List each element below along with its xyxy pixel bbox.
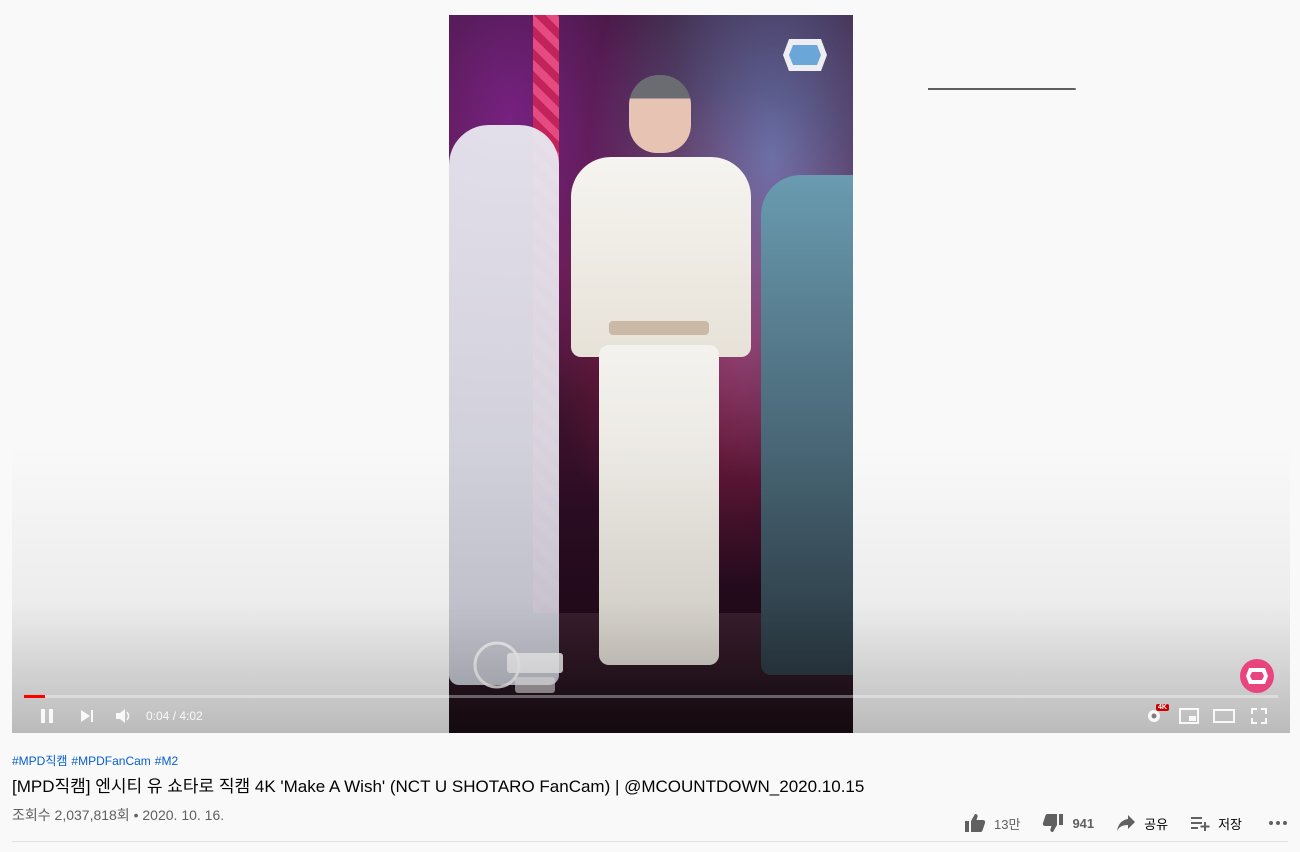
hd-badge: 4K (1156, 704, 1169, 711)
fullscreen-button[interactable] (1246, 701, 1272, 731)
like-count: 13만 (994, 816, 1021, 832)
next-icon (81, 710, 93, 722)
theater-icon (1213, 709, 1235, 723)
time-separator: / (169, 709, 180, 723)
share-label: 공유 (1144, 816, 1169, 832)
miniplayer-button[interactable] (1176, 701, 1202, 731)
hashtag-link[interactable]: #MPD직캠 (12, 754, 67, 768)
miniplayer-icon (1179, 708, 1199, 724)
pause-button[interactable] (32, 701, 62, 731)
meta-dot: • (129, 807, 143, 823)
hashtag-link[interactable]: #M2 (155, 754, 178, 768)
dislike-count: 941 (1072, 815, 1095, 831)
thumbs-down-icon (1043, 814, 1064, 832)
controls-gradient (12, 443, 1290, 733)
m2-watermark-icon (1246, 668, 1268, 684)
hashtag-list: #MPD직캠 #MPDFanCam #M2 (12, 752, 1288, 768)
progress-played (24, 695, 46, 698)
settings-button[interactable]: 4K (1140, 701, 1169, 731)
meta-row: 조회수 2,037,818회 • 2020. 10. 16. 13만 941 공… (12, 804, 1288, 842)
hashtag-link[interactable]: #MPDFanCam (71, 754, 150, 768)
time-display: 0:04 / 4:02 (146, 709, 203, 723)
volume-icon (116, 709, 130, 723)
info-divider (12, 841, 1288, 842)
current-time: 0:04 (146, 709, 170, 723)
save-button[interactable]: 저장 (1190, 814, 1242, 833)
volume-button[interactable] (110, 701, 136, 731)
dancer-belt (609, 321, 709, 335)
pause-icon (41, 709, 53, 723)
share-icon (1117, 815, 1136, 831)
theater-button[interactable] (1210, 701, 1238, 731)
m2-channel-watermark-icon[interactable] (1240, 659, 1274, 693)
share-button[interactable]: 공유 (1116, 814, 1168, 833)
player-controls: 0:04 / 4:02 4K (12, 701, 1290, 731)
view-count-and-date: 조회수 2,037,818회 • 2020. 10. 16. (12, 805, 224, 825)
playlist-add-icon (1191, 817, 1210, 831)
like-dislike-ratio-bar (928, 88, 1076, 90)
video-player[interactable]: 0:04 / 4:02 4K (12, 15, 1290, 733)
view-count: 조회수 2,037,818회 (12, 807, 130, 823)
duration: 4:02 (179, 709, 203, 723)
fullscreen-icon (1251, 708, 1267, 724)
thumbs-up-icon (965, 814, 986, 832)
dislike-button[interactable]: 941 (1042, 813, 1094, 833)
video-title: [MPD직캠] 엔시티 유 쇼타로 직캠 4K 'Make A Wish' (N… (12, 777, 865, 796)
action-buttons: 13만 941 공유 저장 (942, 804, 1288, 842)
video-info: #MPD직캠 #MPDFanCam #M2 [MPD직캠] 엔시티 유 쇼타로 직캠… (12, 752, 1288, 832)
next-button[interactable] (74, 701, 100, 731)
more-horizontal-icon (1269, 821, 1287, 825)
save-label: 저장 (1218, 816, 1242, 832)
progress-bar[interactable] (24, 695, 1278, 698)
more-actions-button[interactable] (1268, 820, 1288, 826)
dancer-head (629, 75, 691, 153)
like-button[interactable]: 13만 (964, 813, 1020, 833)
m2-logo-icon (783, 39, 827, 71)
upload-date: 2020. 10. 16. (142, 807, 225, 823)
like-ratio-fill (928, 88, 1075, 90)
